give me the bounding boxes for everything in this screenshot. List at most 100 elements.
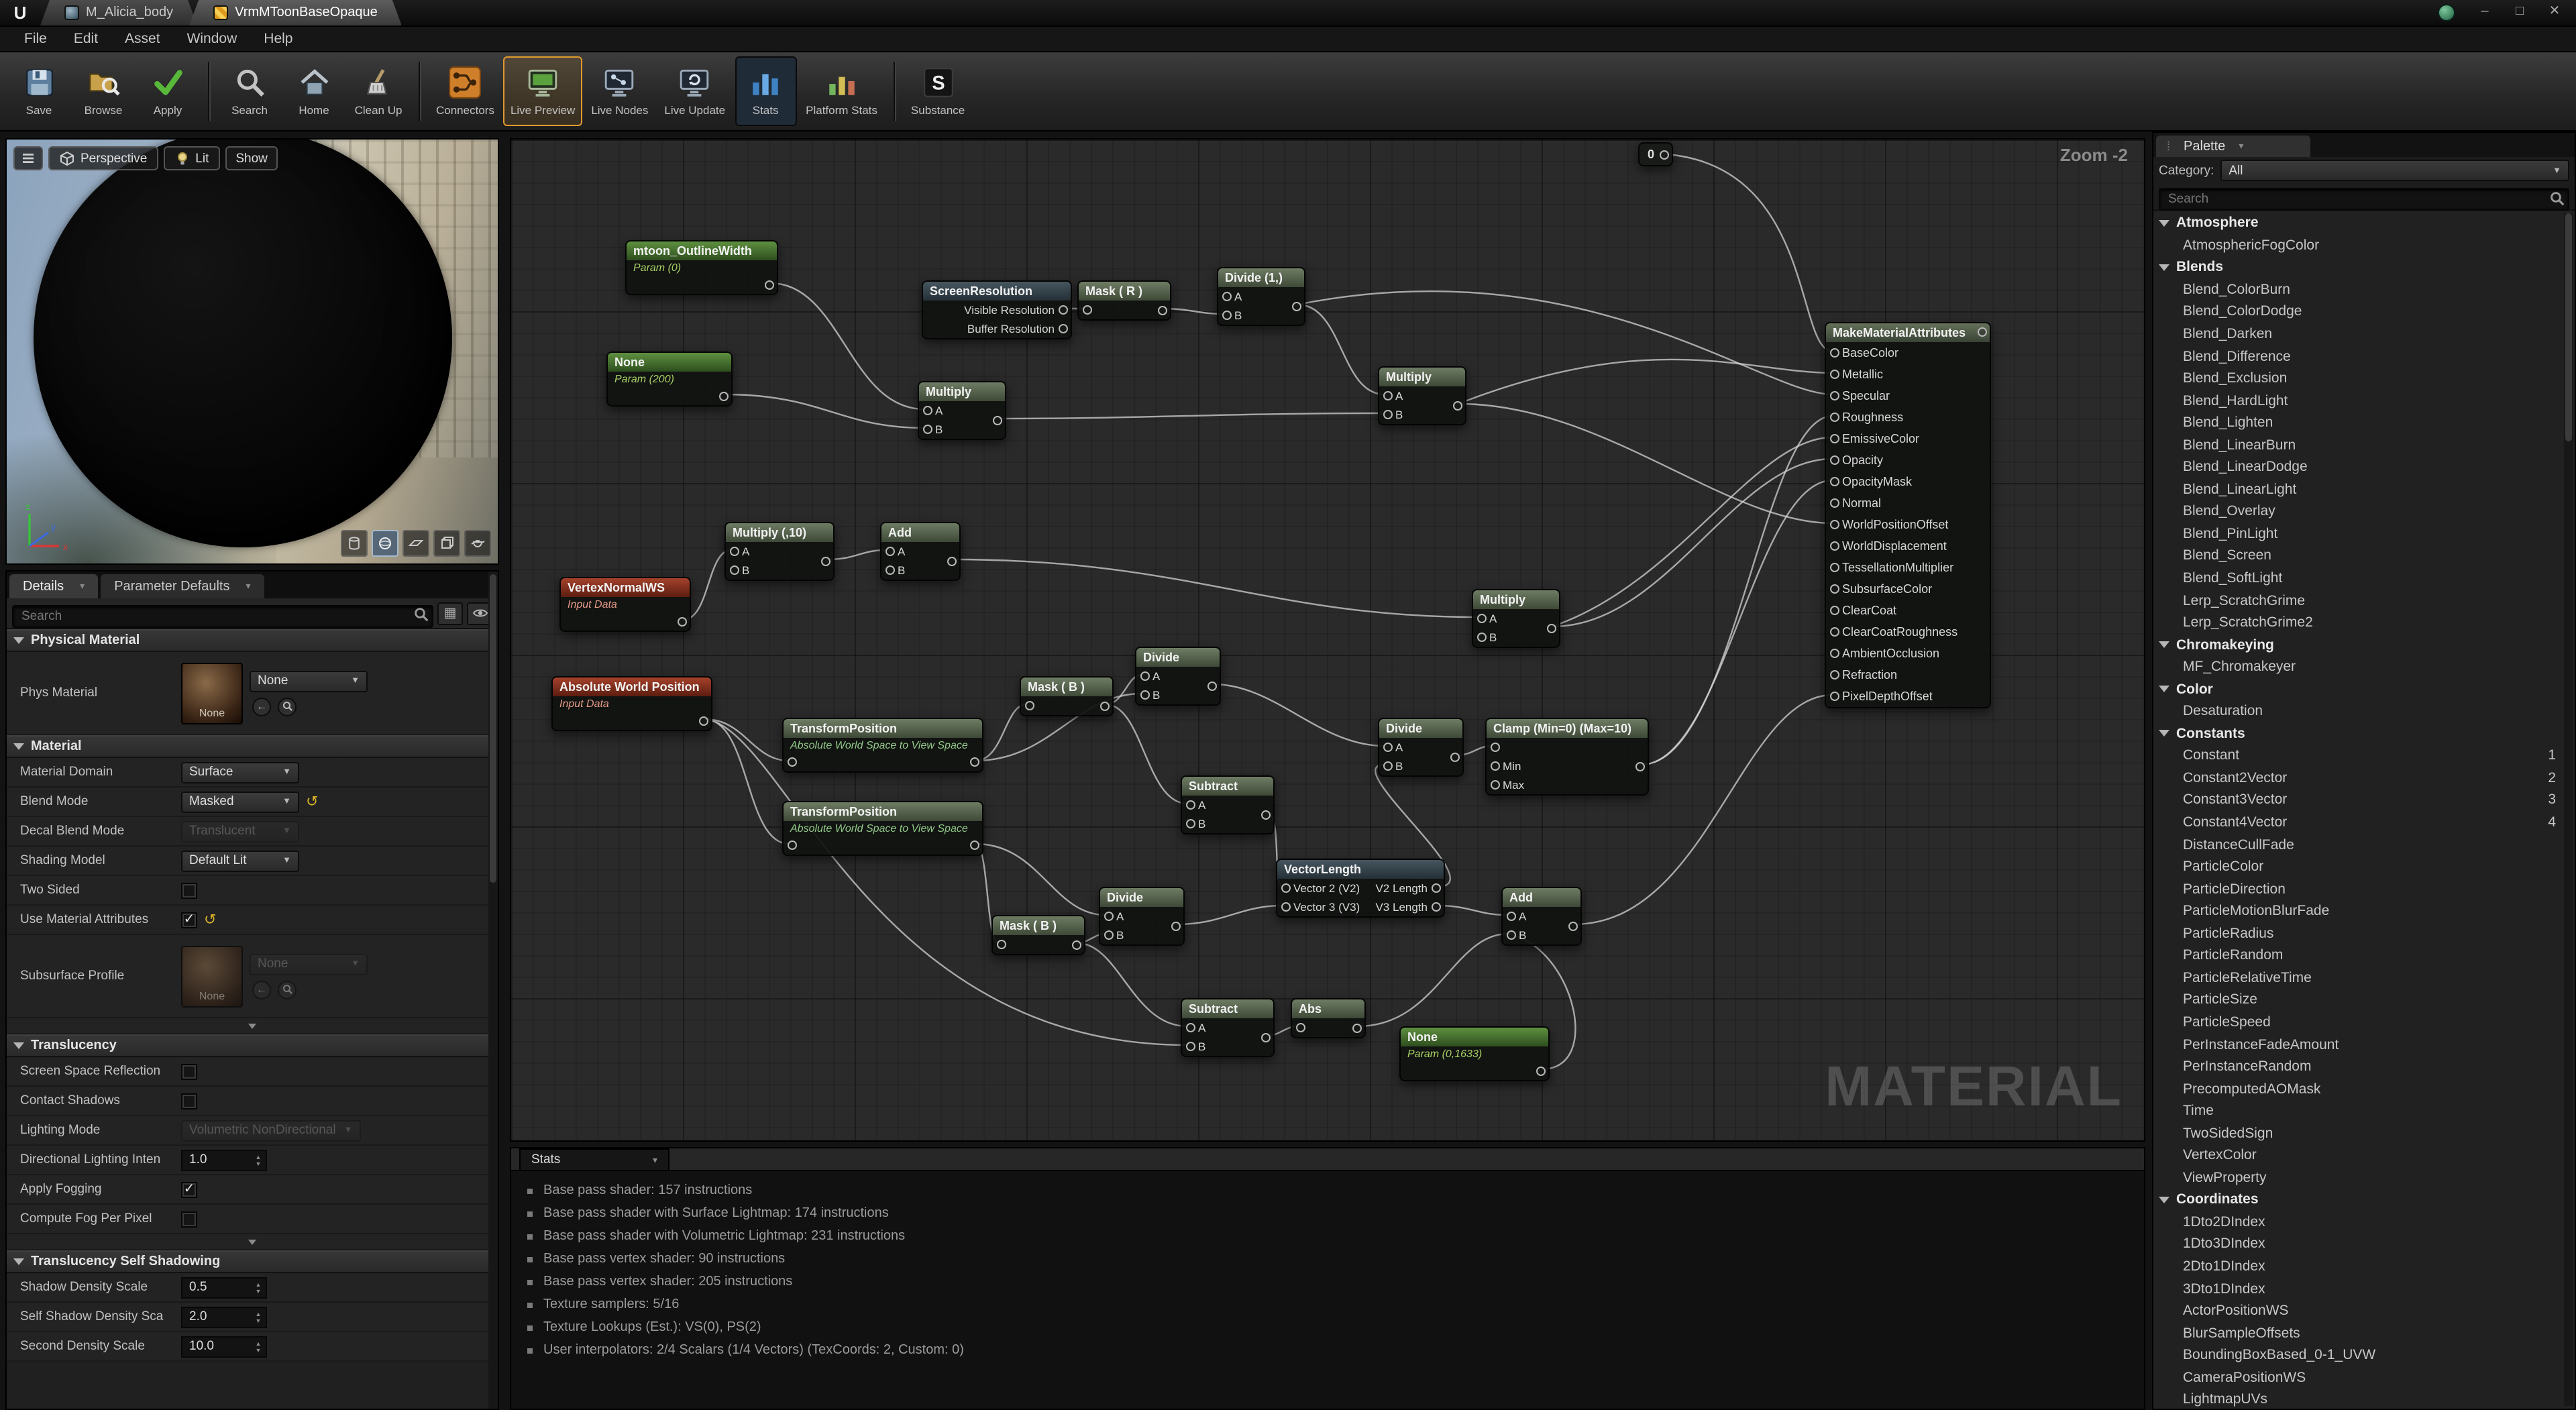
palette-item-constant2vector[interactable]: Constant2Vector2 — [2153, 767, 2575, 789]
palette-item-lerp-scratchgrime[interactable]: Lerp_ScratchGrime — [2153, 590, 2575, 612]
menu-edit[interactable]: Edit — [60, 31, 111, 47]
input-pin[interactable] — [1185, 1023, 1195, 1032]
scrollbar-thumb[interactable] — [490, 574, 496, 883]
input-pin[interactable] — [1222, 292, 1231, 301]
palette-item-blend-colordodge[interactable]: Blend_ColorDodge — [2153, 301, 2575, 323]
document-tab-vrmmtoonbaseopaque[interactable]: VrmMToonBaseOpaque — [189, 0, 402, 25]
home-button[interactable]: Home — [283, 56, 345, 126]
node-add-9[interactable]: AddAB — [880, 522, 961, 581]
output-pin[interactable] — [1536, 1066, 1545, 1075]
directional-lighting-inten-field[interactable]: 1.0▲▼ — [181, 1149, 267, 1171]
tab-parameter-defaults[interactable]: Parameter Defaults▾ — [101, 574, 264, 598]
preview-mesh-sphere-button[interactable] — [372, 530, 398, 557]
substance-button[interactable]: SSubstance — [904, 56, 971, 126]
palette-item-blend-softlight[interactable]: Blend_SoftLight — [2153, 567, 2575, 590]
node-none-6[interactable]: NoneParam (200) — [606, 351, 733, 406]
node-divide-15[interactable]: DivideAB — [1135, 647, 1221, 706]
use-selected-asset-button[interactable]: ← — [252, 697, 271, 716]
output-pin[interactable] — [1659, 150, 1668, 160]
palette-item-blend-colorburn[interactable]: Blend_ColorBurn — [2153, 278, 2575, 301]
input-pin[interactable] — [1281, 883, 1290, 893]
node-add-23[interactable]: AddAB — [1501, 887, 1582, 946]
input-pin[interactable] — [1281, 902, 1290, 912]
palette-item-viewproperty[interactable]: ViewProperty — [2153, 1167, 2575, 1189]
output-pin[interactable] — [764, 280, 773, 289]
input-pin[interactable] — [922, 406, 932, 415]
viewport-lit-button[interactable]: Lit — [163, 146, 219, 170]
input-pin[interactable] — [787, 840, 796, 850]
viewport-perspective-button[interactable]: Perspective — [48, 146, 158, 170]
viewport-show-button[interactable]: Show — [225, 146, 278, 170]
save-button[interactable]: Save — [8, 56, 70, 126]
details-search-input[interactable] — [12, 604, 433, 627]
palette-item-blend-hardlight[interactable]: Blend_HardLight — [2153, 390, 2575, 412]
output-pin[interactable] — [1977, 327, 1986, 337]
details-scrollbar[interactable] — [488, 572, 498, 1409]
node-transformposition-13[interactable]: TransformPositionAbsolute World Space to… — [782, 801, 983, 856]
palette-item-camerapositionws[interactable]: CameraPositionWS — [2153, 1366, 2575, 1389]
input-pin[interactable] — [1829, 606, 1839, 615]
output-pin[interactable] — [1546, 623, 1556, 633]
palette-item-1dto3dindex[interactable]: 1Dto3DIndex — [2153, 1233, 2575, 1255]
view-options-grid-button[interactable]: ▦ — [437, 602, 463, 625]
palette-item-3dto1dindex[interactable]: 3Dto1DIndex — [2153, 1278, 2575, 1300]
input-pin[interactable] — [1506, 930, 1515, 940]
palette-category-atmosphere[interactable]: Atmosphere — [2153, 212, 2575, 234]
preview-mesh-plane-button[interactable] — [402, 530, 429, 557]
window-maximize-button[interactable]: □ — [2504, 0, 2536, 24]
two-sided-checkbox[interactable] — [181, 882, 197, 898]
palette-item-particlemotionblurfade[interactable]: ParticleMotionBlurFade — [2153, 900, 2575, 922]
node-screenresolution-2[interactable]: ScreenResolutionVisible ResolutionBuffer… — [922, 280, 1072, 339]
search-button[interactable]: Search — [219, 56, 280, 126]
category-dropdown[interactable]: All ▼ — [2220, 160, 2569, 181]
live-preview-button[interactable]: Live Preview — [504, 56, 582, 126]
connectors-button[interactable]: Connectors — [429, 56, 501, 126]
input-pin[interactable] — [1477, 614, 1486, 623]
input-pin[interactable] — [1477, 633, 1486, 642]
input-pin[interactable] — [1185, 1042, 1195, 1051]
node-vertexnormalws-10[interactable]: VertexNormalWSInput Data — [559, 577, 691, 632]
input-pin[interactable] — [1490, 761, 1499, 771]
palette-item-blend-pinlight[interactable]: Blend_PinLight — [2153, 523, 2575, 545]
output-pin[interactable] — [1171, 921, 1180, 930]
palette-item-boundingboxbased-0-1-uvw[interactable]: BoundingBoxBased_0-1_UVW — [2153, 1344, 2575, 1366]
palette-item-constant4vector[interactable]: Constant4Vector4 — [2153, 812, 2575, 834]
live-nodes-button[interactable]: Live Nodes — [584, 56, 655, 126]
palette-item-blend-screen[interactable]: Blend_Screen — [2153, 545, 2575, 567]
spinner-arrows-icon[interactable]: ▲▼ — [251, 1340, 266, 1353]
output-pin[interactable] — [1431, 902, 1440, 912]
palette-item-blend-exclusion[interactable]: Blend_Exclusion — [2153, 368, 2575, 390]
palette-item-vertexcolor[interactable]: VertexColor — [2153, 1144, 2575, 1167]
output-pin[interactable] — [1431, 883, 1440, 893]
apply-button[interactable]: Apply — [137, 56, 199, 126]
node-subtract-16[interactable]: SubtractAB — [1181, 775, 1275, 834]
input-pin[interactable] — [996, 940, 1006, 949]
palette-item-particlecolor[interactable]: ParticleColor — [2153, 856, 2575, 878]
palette-scrollbar[interactable] — [2564, 213, 2573, 1406]
output-pin[interactable] — [698, 716, 708, 725]
preview-mesh-teapot-button[interactable] — [464, 530, 491, 557]
section-header-translucency[interactable]: Translucency — [7, 1034, 498, 1057]
platform-stats-button[interactable]: Platform Stats — [799, 56, 884, 126]
palette-category-coordinates[interactable]: Coordinates — [2153, 1189, 2575, 1211]
input-pin[interactable] — [729, 565, 739, 575]
palette-item-2dto1dindex[interactable]: 2Dto1DIndex — [2153, 1255, 2575, 1277]
input-pin[interactable] — [1383, 391, 1392, 400]
input-pin[interactable] — [1490, 780, 1499, 790]
output-pin[interactable] — [1058, 324, 1067, 333]
apply-fogging-checkbox[interactable]: ✓ — [181, 1181, 197, 1197]
output-pin[interactable] — [820, 556, 830, 565]
preview-mesh-cube-button[interactable] — [433, 530, 460, 557]
output-pin[interactable] — [947, 556, 956, 565]
palette-item-actorpositionws[interactable]: ActorPositionWS — [2153, 1300, 2575, 1322]
palette-item-particleradius[interactable]: ParticleRadius — [2153, 922, 2575, 944]
input-pin[interactable] — [1829, 541, 1839, 551]
node-absolute-world-position-11[interactable]: Absolute World PositionInput Data — [551, 676, 712, 731]
output-pin[interactable] — [677, 616, 686, 626]
node-subtract-24[interactable]: SubtractAB — [1181, 998, 1275, 1057]
input-pin[interactable] — [1222, 311, 1231, 320]
input-pin[interactable] — [1829, 498, 1839, 508]
tab-details[interactable]: Details▾ — [9, 574, 98, 598]
palette-item-constant3vector[interactable]: Constant3Vector3 — [2153, 789, 2575, 811]
node-multiply-5[interactable]: MultiplyAB — [1378, 366, 1466, 425]
